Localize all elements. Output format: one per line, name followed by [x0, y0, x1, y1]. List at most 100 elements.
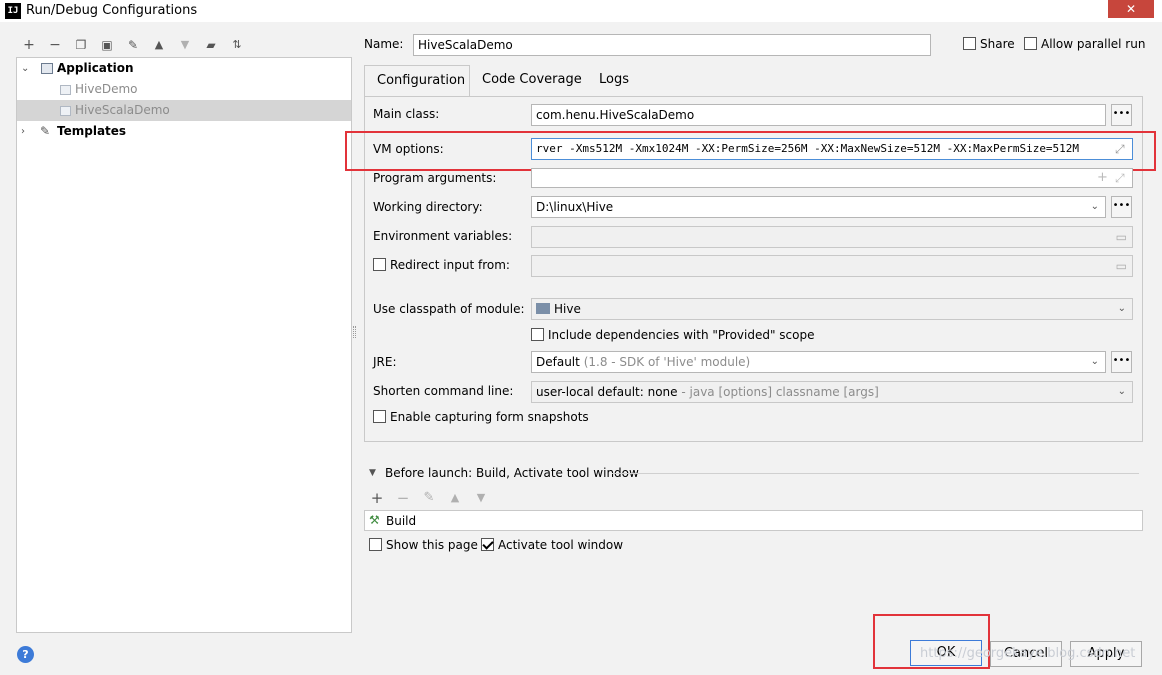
move-down-icon[interactable]: ▼ — [177, 37, 193, 53]
chevron-down-icon[interactable]: ⌄ — [1118, 299, 1126, 319]
shorten-command-line-hint: - java [options] classname [args] — [681, 385, 879, 399]
activate-tool-window-checkbox[interactable]: Activate tool window — [481, 538, 623, 552]
enable-snapshots-label: Enable capturing form snapshots — [390, 410, 589, 424]
working-directory-value: D:\linux\Hive — [536, 200, 614, 214]
tab-code-coverage[interactable]: Code Coverage — [482, 72, 582, 87]
tab-configuration-label: Configuration — [377, 73, 466, 88]
build-task-label[interactable]: Build — [386, 514, 416, 528]
tree-node-application[interactable]: ⌄ Application — [17, 58, 351, 79]
title-bar: IJ Run/Debug Configurations ✕ — [0, 0, 1162, 22]
tab-logs[interactable]: Logs — [599, 72, 629, 87]
close-window-button[interactable]: ✕ — [1108, 0, 1154, 18]
classpath-module-label: Use classpath of module: — [373, 302, 525, 316]
chevron-right-icon[interactable]: › — [21, 121, 25, 142]
activate-tool-window-checkbox-box[interactable] — [481, 538, 494, 551]
chevron-down-icon[interactable]: ⌄ — [1091, 352, 1099, 372]
tree-node-templates[interactable]: › ✎ Templates — [17, 121, 351, 142]
add-icon[interactable]: + — [21, 37, 37, 53]
allow-parallel-label: Allow parallel run — [1041, 37, 1146, 51]
hammer-icon: ⚒ — [369, 513, 380, 527]
tree-label-hivedemo: HiveDemo — [75, 82, 138, 96]
help-icon[interactable]: ? — [17, 646, 34, 663]
before-launch-task-list: ⚒ Build — [364, 510, 1143, 531]
vm-options-label: VM options: — [373, 142, 444, 156]
copy-icon[interactable]: ❐ — [73, 37, 89, 53]
remove-icon[interactable]: − — [395, 490, 411, 506]
allow-parallel-checkbox-box[interactable] — [1024, 37, 1037, 50]
share-checkbox[interactable]: Share — [963, 37, 1015, 51]
configuration-tree: ⌄ Application HiveDemo HiveScalaDemo › ✎… — [16, 57, 352, 633]
expand-icon[interactable]: ⤢ — [1115, 142, 1125, 157]
save-icon[interactable]: ▣ — [99, 37, 115, 53]
expand-icon[interactable]: ⤢ — [1115, 171, 1125, 186]
program-arguments-input[interactable] — [531, 168, 1133, 188]
redirect-input-field[interactable]: ▭ — [531, 255, 1133, 277]
enable-snapshots-checkbox[interactable]: Enable capturing form snapshots — [373, 410, 589, 424]
show-page-label: Show this page — [386, 538, 478, 552]
shorten-command-line-combobox[interactable]: user-local default: none - java [options… — [531, 381, 1133, 403]
before-launch-title: Before launch: Build, Activate tool wind… — [385, 466, 639, 480]
edit-icon[interactable]: ✎ — [421, 490, 437, 506]
application-icon — [60, 106, 71, 116]
intellij-logo-icon: IJ — [5, 3, 21, 19]
environment-variables-label: Environment variables: — [373, 229, 513, 243]
tab-configuration[interactable]: Configuration — [364, 65, 470, 97]
tree-item-hivescalademo[interactable]: HiveScalaDemo — [17, 100, 351, 121]
include-dependencies-checkbox-box[interactable] — [531, 328, 544, 341]
allow-parallel-checkbox[interactable]: Allow parallel run — [1024, 37, 1145, 51]
browse-working-directory-button[interactable]: ••• — [1111, 196, 1132, 218]
remove-icon[interactable]: − — [47, 37, 63, 53]
folder-icon[interactable]: ▭ — [1116, 227, 1127, 247]
jre-hint: (1.8 - SDK of 'Hive' module) — [583, 355, 751, 369]
window-title: Run/Debug Configurations — [26, 3, 198, 18]
show-page-checkbox-box[interactable] — [369, 538, 382, 551]
include-dependencies-label: Include dependencies with "Provided" sco… — [548, 328, 815, 342]
shorten-command-line-value: user-local default: none — [536, 385, 678, 399]
show-page-checkbox[interactable]: Show this page — [369, 538, 478, 552]
wrench-icon: ✎ — [40, 124, 51, 138]
name-input[interactable]: HiveScalaDemo — [413, 34, 931, 56]
share-checkbox-box[interactable] — [963, 37, 976, 50]
redirect-input-checkbox[interactable]: Redirect input from: — [373, 258, 510, 272]
move-up-icon[interactable]: ▲ — [151, 37, 167, 53]
module-icon — [536, 303, 550, 314]
jre-combobox[interactable]: Default (1.8 - SDK of 'Hive' module) ⌄ — [531, 351, 1106, 373]
include-dependencies-checkbox[interactable]: Include dependencies with "Provided" sco… — [531, 328, 815, 342]
browse-main-class-button[interactable]: ••• — [1111, 104, 1132, 126]
browse-jre-button[interactable]: ••• — [1111, 351, 1132, 373]
add-icon[interactable]: + — [1097, 170, 1108, 185]
chevron-down-icon[interactable]: ⌄ — [1091, 197, 1099, 217]
chevron-down-icon[interactable]: ⌄ — [21, 58, 29, 79]
shorten-command-line-label: Shorten command line: — [373, 384, 514, 398]
program-arguments-label: Program arguments: — [373, 171, 497, 185]
application-icon — [41, 63, 53, 74]
application-icon — [60, 85, 71, 95]
sort-icon[interactable]: ⇅ — [229, 37, 245, 53]
environment-variables-input[interactable]: ▭ — [531, 226, 1133, 248]
move-down-icon[interactable]: ▼ — [473, 490, 489, 506]
section-divider — [612, 473, 1139, 474]
new-folder-icon[interactable]: ▰ — [203, 37, 219, 53]
activate-tool-window-label: Activate tool window — [498, 538, 624, 552]
redirect-input-label: Redirect input from: — [390, 258, 510, 272]
watermark: https://georgekaye.blog.csdn.net — [920, 646, 1136, 661]
chevron-down-icon[interactable]: ⌄ — [1118, 382, 1126, 402]
classpath-module-combobox[interactable]: Hive ⌄ — [531, 298, 1133, 320]
working-directory-combobox[interactable]: D:\linux\Hive ⌄ — [531, 196, 1106, 218]
enable-snapshots-checkbox-box[interactable] — [373, 410, 386, 423]
wrench-icon[interactable]: ✎ — [125, 37, 141, 53]
tree-label-templates: Templates — [57, 124, 127, 138]
jre-value: Default — [536, 355, 580, 369]
collapse-triangle-icon[interactable]: ▼ — [369, 468, 376, 478]
main-class-label: Main class: — [373, 107, 440, 121]
main-class-input[interactable]: com.henu.HiveScalaDemo — [531, 104, 1106, 126]
tree-item-hivedemo[interactable]: HiveDemo — [17, 79, 351, 100]
folder-icon[interactable]: ▭ — [1116, 256, 1127, 276]
redirect-input-checkbox-box[interactable] — [373, 258, 386, 271]
jre-label: JRE: — [373, 355, 397, 369]
vm-options-input[interactable]: rver -Xms512M -Xmx1024M -XX:PermSize=256… — [531, 138, 1133, 160]
move-up-icon[interactable]: ▲ — [447, 490, 463, 506]
tree-label-application: Application — [57, 61, 134, 75]
add-icon[interactable]: + — [369, 490, 385, 506]
splitter-handle[interactable] — [353, 326, 356, 338]
